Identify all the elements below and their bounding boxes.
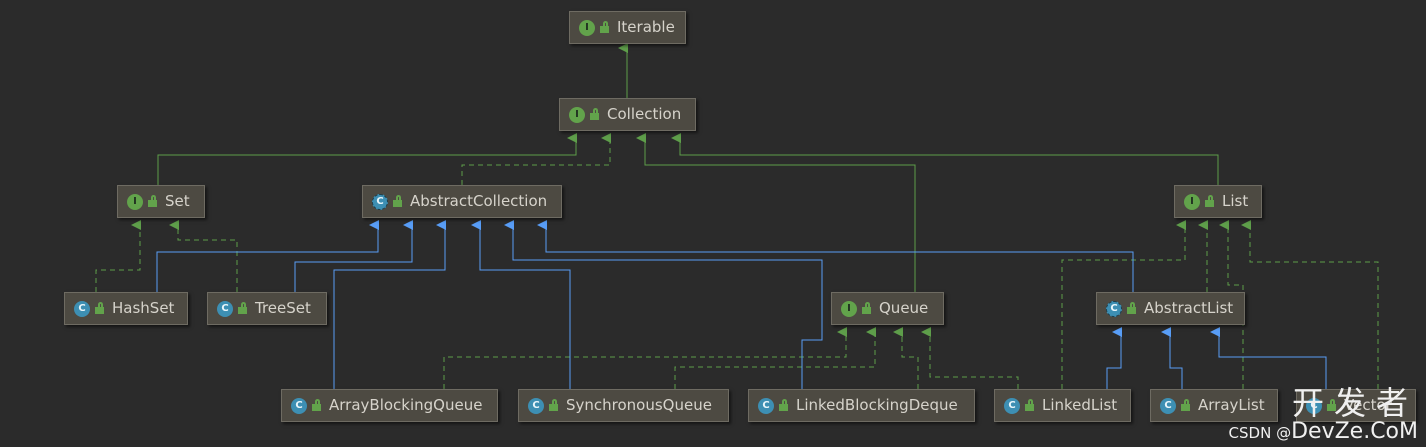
edge-hashset-set	[95, 220, 141, 292]
unlock-icon	[393, 195, 402, 207]
watermark-csdn: CSDN @	[1228, 424, 1292, 442]
node-linked-list[interactable]: C LinkedList	[994, 389, 1131, 422]
edge-linkedlist-abstractlist	[1106, 327, 1122, 389]
edge-list-collection	[671, 133, 1219, 185]
edge-set-collection	[157, 133, 577, 185]
unlock-icon	[238, 302, 247, 314]
class-icon: C	[528, 397, 544, 414]
node-hashset[interactable]: C HashSet	[64, 292, 188, 325]
edge-arrayblockingqueue-abstractcollection	[333, 220, 446, 389]
node-set[interactable]: I Set	[117, 185, 205, 218]
abstract-class-icon: C	[372, 193, 388, 210]
node-label: Collection	[607, 105, 682, 123]
edge-linkedblockingdeque-abstractcollection	[504, 220, 823, 389]
unlock-icon	[1205, 195, 1214, 207]
diagram-edges	[95, 43, 1379, 389]
node-linked-blocking-deque[interactable]: C LinkedBlockingDeque	[748, 389, 975, 422]
node-label: List	[1222, 192, 1249, 210]
node-label: SynchronousQueue	[566, 396, 712, 414]
node-queue[interactable]: I Queue	[831, 292, 944, 325]
edge-synchronousqueue-queue	[674, 327, 876, 389]
node-label: TreeSet	[255, 299, 311, 317]
node-label: Queue	[879, 299, 929, 317]
unlock-icon	[1181, 399, 1190, 411]
watermark-cn: 开发者	[1291, 384, 1418, 422]
node-synchronous-queue[interactable]: C SynchronousQueue	[518, 389, 729, 422]
unlock-icon	[590, 108, 599, 120]
interface-icon: I	[127, 193, 143, 210]
class-icon: C	[291, 397, 307, 414]
unlock-icon	[779, 399, 788, 411]
interface-icon: I	[569, 106, 585, 123]
node-label: AbstractList	[1144, 299, 1234, 317]
edge-abstractcollection-collection	[461, 133, 611, 185]
unlock-icon	[312, 399, 321, 411]
unlock-icon	[549, 399, 558, 411]
edge-treeset-set	[169, 220, 238, 292]
node-label: AbstractCollection	[410, 192, 548, 210]
class-icon: C	[758, 397, 774, 414]
watermark: 开发者 CSDN @DevZe.CoM	[1229, 386, 1418, 445]
edge-arraylist-abstractlist	[1161, 327, 1183, 389]
class-icon: C	[1160, 397, 1176, 414]
edge-synchronousqueue-abstractcollection	[471, 220, 571, 389]
edge-linkedlist-queue	[921, 327, 1019, 389]
node-label: LinkedList	[1042, 396, 1118, 414]
edge-vector-abstractlist	[1210, 327, 1327, 389]
node-abstract-collection[interactable]: C AbstractCollection	[362, 185, 562, 218]
node-array-blocking-queue[interactable]: C ArrayBlockingQueue	[281, 389, 498, 422]
class-icon: C	[1004, 397, 1020, 414]
watermark-line: CSDN @DevZe.CoM	[1229, 420, 1418, 445]
edge-abstractlist-abstractcollection	[537, 220, 1134, 292]
interface-icon: I	[841, 300, 857, 317]
node-label: HashSet	[112, 299, 175, 317]
interface-icon: I	[579, 19, 595, 36]
node-label: Set	[165, 192, 190, 210]
edge-hashset-abstractcollection	[156, 220, 379, 292]
unlock-icon	[148, 195, 157, 207]
watermark-site: DevZe.CoM	[1291, 419, 1418, 444]
unlock-icon	[1025, 399, 1034, 411]
edge-arrayblockingqueue-queue	[443, 327, 847, 389]
node-collection[interactable]: I Collection	[559, 98, 696, 131]
edge-treeset-abstractcollection	[294, 220, 413, 292]
unlock-icon	[600, 21, 609, 33]
node-iterable[interactable]: I Iterable	[569, 11, 686, 44]
node-label: LinkedBlockingDeque	[796, 396, 958, 414]
node-label: Iterable	[617, 18, 675, 36]
unlock-icon	[95, 302, 104, 314]
edge-queue-collection	[636, 133, 916, 292]
class-icon: C	[74, 300, 90, 317]
node-abstract-list[interactable]: C AbstractList	[1096, 292, 1245, 325]
unlock-icon	[1127, 302, 1136, 314]
class-icon: C	[217, 300, 233, 317]
edge-vector-list	[1241, 220, 1379, 389]
node-treeset[interactable]: C TreeSet	[207, 292, 327, 325]
edge-linkedblockingdeque-queue	[893, 327, 919, 389]
unlock-icon	[862, 302, 871, 314]
node-label: ArrayBlockingQueue	[329, 396, 483, 414]
interface-icon: I	[1184, 193, 1200, 210]
node-list[interactable]: I List	[1174, 185, 1262, 218]
abstract-class-icon: C	[1106, 300, 1122, 317]
